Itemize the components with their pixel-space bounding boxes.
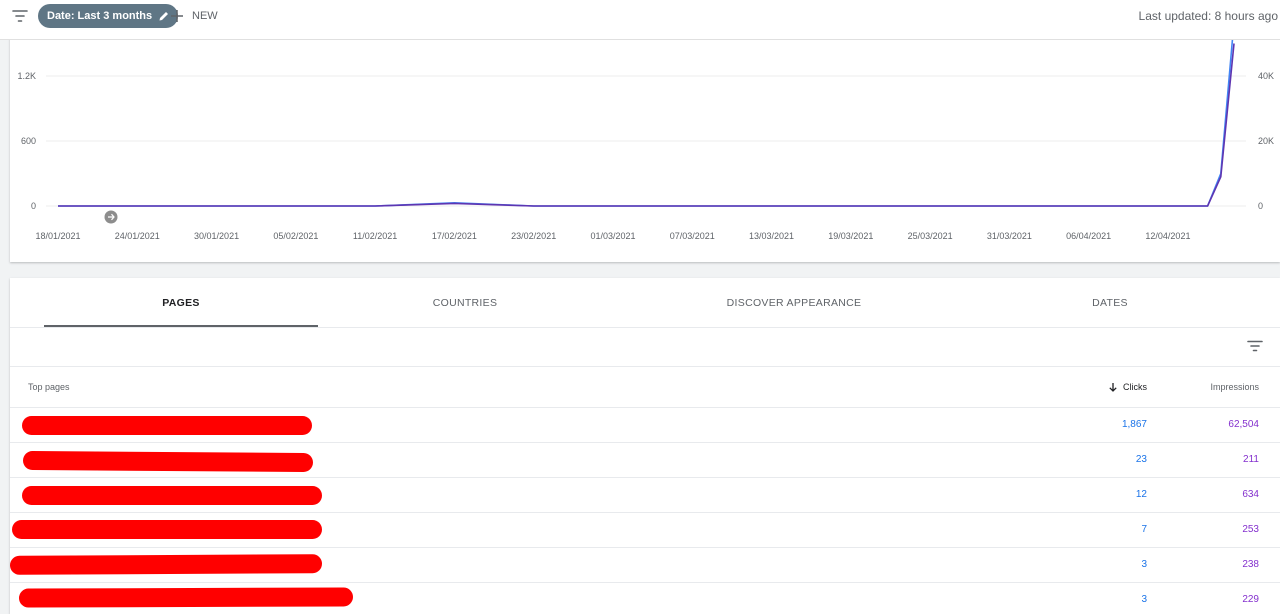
row-impressions: 211 <box>1243 454 1259 465</box>
x-axis-tick-label: 23/02/2021 <box>511 231 556 241</box>
header-top-pages[interactable]: Top pages <box>28 382 70 392</box>
x-axis-tick-label: 06/04/2021 <box>1066 231 1111 241</box>
redacted-page-url[interactable] <box>10 408 910 443</box>
table-header: Top pages Clicks Impressions <box>10 366 1280 408</box>
x-axis-tick-label: 24/01/2021 <box>115 231 160 241</box>
row-impressions: 229 <box>1242 594 1259 605</box>
x-axis-tick-label: 11/02/2021 <box>353 231 397 241</box>
right-axis-tick-label: 0 <box>1258 201 1263 211</box>
row-clicks: 3 <box>1141 559 1147 570</box>
redaction-mark <box>10 554 323 575</box>
right-axis-tick-label: 20K <box>1258 136 1274 146</box>
row-clicks: 12 <box>1135 489 1147 500</box>
table-row[interactable]: 7 253 <box>10 513 1280 548</box>
arrow-right-circle-icon[interactable] <box>104 210 118 224</box>
row-impressions: 238 <box>1242 559 1259 570</box>
table-row[interactable]: 23 211 <box>10 443 1280 478</box>
x-axis-tick-label: 30/01/2021 <box>194 231 239 241</box>
redaction-mark <box>12 520 322 539</box>
date-filter-label: Date: Last 3 months <box>47 10 153 22</box>
redaction-mark <box>22 416 312 435</box>
tab-dates[interactable]: DATES <box>1010 278 1210 328</box>
row-impressions: 62,504 <box>1228 419 1259 430</box>
redaction-mark <box>22 486 322 505</box>
new-filter-label: NEW <box>192 10 218 22</box>
redacted-page-url[interactable] <box>10 443 910 478</box>
tab-countries[interactable]: COUNTRIES <box>338 278 592 328</box>
table-row[interactable]: 3 238 <box>10 548 1280 583</box>
series-line <box>58 43 1235 207</box>
redaction-mark <box>22 450 314 473</box>
redacted-page-url[interactable] <box>10 583 910 614</box>
redaction-mark <box>18 587 354 608</box>
x-axis-tick-label: 12/04/2021 <box>1145 231 1190 241</box>
x-axis-tick-label: 25/03/2021 <box>908 231 953 241</box>
performance-table-card: PAGES COUNTRIES DISCOVER APPEARANCE DATE… <box>10 278 1280 614</box>
row-clicks: 23 <box>1135 454 1147 465</box>
row-clicks: 1,867 <box>1121 419 1147 430</box>
date-filter-chip[interactable]: Date: Last 3 months <box>38 4 179 28</box>
table-row[interactable]: 1,867 62,504 <box>10 408 1280 443</box>
dimension-tabs: PAGES COUNTRIES DISCOVER APPEARANCE DATE… <box>10 278 1280 328</box>
row-impressions: 253 <box>1242 524 1259 535</box>
filter-bar: Date: Last 3 months NEW Last updated: 8 … <box>0 0 1280 40</box>
row-impressions: 634 <box>1242 489 1259 500</box>
left-axis-tick-label: 0 <box>31 201 36 211</box>
redacted-page-url[interactable] <box>10 548 910 583</box>
left-axis-tick-label: 600 <box>21 136 36 146</box>
table-row[interactable]: 3 229 <box>10 583 1280 614</box>
x-axis-tick-label: 17/02/2021 <box>432 231 477 241</box>
plus-icon <box>171 10 183 22</box>
x-axis-tick-label: 07/03/2021 <box>670 231 715 241</box>
x-axis-tick-label: 18/01/2021 <box>35 231 80 241</box>
redacted-page-url[interactable] <box>10 478 910 513</box>
x-axis-tick-label: 31/03/2021 <box>987 231 1032 241</box>
x-axis-tick-label: 19/03/2021 <box>828 231 873 241</box>
right-axis-tick-label: 40K <box>1258 71 1274 81</box>
header-clicks[interactable]: Clicks <box>1108 382 1147 392</box>
x-axis-tick-label: 05/02/2021 <box>273 231 318 241</box>
left-axis-tick-label: 1.2K <box>17 71 36 81</box>
header-impressions[interactable]: Impressions <box>1210 382 1259 392</box>
redacted-page-url[interactable] <box>10 513 910 548</box>
arrow-down-icon <box>1109 383 1117 392</box>
tab-pages[interactable]: PAGES <box>44 278 318 328</box>
row-clicks: 3 <box>1141 594 1147 605</box>
active-tab-indicator <box>44 325 318 327</box>
pencil-icon[interactable] <box>158 10 170 22</box>
filter-icon[interactable] <box>10 6 30 26</box>
row-clicks: 7 <box>1141 524 1147 535</box>
last-updated-text: Last updated: 8 hours ago <box>1138 9 1278 23</box>
x-axis-tick-label: 13/03/2021 <box>749 231 794 241</box>
tab-discover-appearance[interactable]: DISCOVER APPEARANCE <box>684 278 904 328</box>
x-axis-tick-label: 01/03/2021 <box>590 231 635 241</box>
series-line <box>58 21 1235 207</box>
table-row[interactable]: 12 634 <box>10 478 1280 513</box>
table-filter-icon[interactable] <box>1246 337 1264 355</box>
new-filter-button[interactable]: NEW <box>170 7 218 25</box>
header-clicks-label: Clicks <box>1123 382 1147 392</box>
